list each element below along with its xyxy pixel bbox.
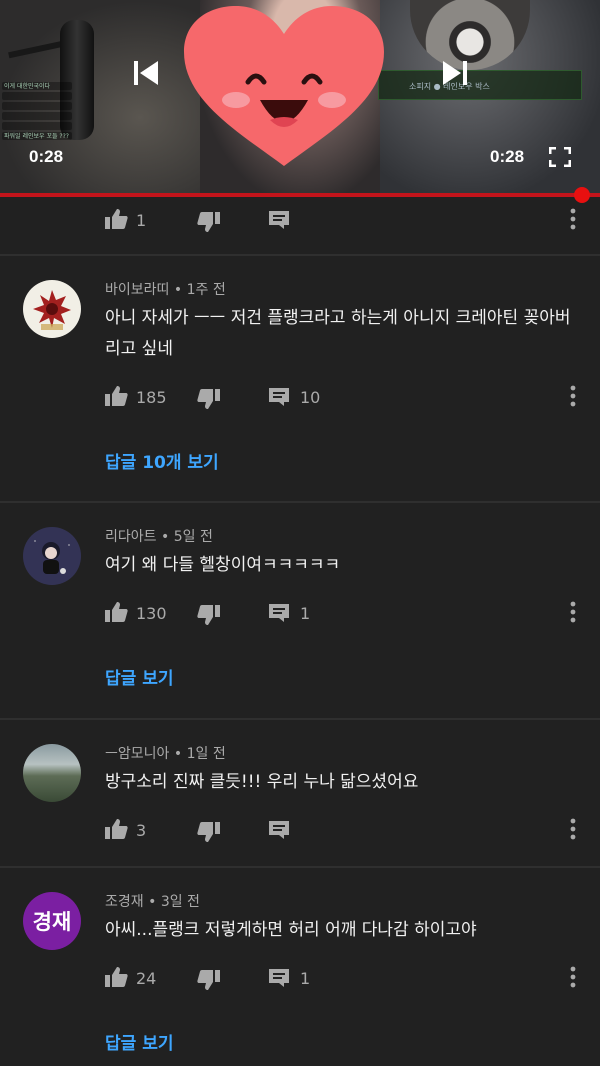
chat-line <box>2 112 72 120</box>
comment-author[interactable]: 조경재 <box>105 894 144 910</box>
comment-actions: 185 10 <box>0 383 600 413</box>
meta-separator: • <box>156 529 174 545</box>
comment-meta: 조경재 • 3일 전 <box>105 891 200 911</box>
avatar[interactable]: 경재 <box>23 892 81 950</box>
video-actions-row: 1 <box>0 206 600 236</box>
more-vert-icon[interactable] <box>566 207 580 231</box>
more-vert-icon[interactable] <box>566 384 580 408</box>
comment-text: 아씨...플랭크 저렇게하면 허리 어깨 다나감 하이고야 <box>105 920 477 940</box>
comment-author[interactable]: 리다아트 <box>105 529 157 545</box>
comment-text: 여기 왜 다들 헬창이여ㅋㅋㅋㅋㅋ <box>105 555 341 575</box>
more-vert-icon[interactable] <box>566 600 580 624</box>
progress-bar[interactable] <box>0 193 600 197</box>
comment-time: 1주 전 <box>186 282 226 298</box>
avatar[interactable] <box>23 744 81 802</box>
divider <box>0 718 600 720</box>
view-replies-link[interactable]: 답글 보기 <box>105 1029 173 1054</box>
more-vert-icon[interactable] <box>566 965 580 989</box>
avatar[interactable] <box>23 527 81 585</box>
comment-meta: 바이보라띠 • 1주 전 <box>105 279 226 299</box>
thumb-down-icon[interactable] <box>197 821 221 843</box>
chat-line: 이게 대한민국이다 <box>2 82 72 90</box>
skip-next-icon[interactable] <box>440 58 470 88</box>
like-count: 3 <box>136 821 147 840</box>
comment-meta: ㅡ암모니아 • 1일 전 <box>105 743 226 763</box>
divider <box>0 254 600 256</box>
thumb-up-icon[interactable] <box>104 818 128 840</box>
avatar-initials: 경재 <box>32 910 72 934</box>
meta-separator: • <box>169 746 187 762</box>
avatar-character-icon <box>34 540 70 574</box>
comment-time: 1일 전 <box>186 746 226 762</box>
duration-time: 0:28 <box>490 147 525 166</box>
comment-author[interactable]: ㅡ암모니아 <box>105 746 169 762</box>
avatar[interactable] <box>23 280 81 338</box>
comment-meta: 리다아트 • 5일 전 <box>105 526 213 546</box>
thumb-down-icon[interactable] <box>197 969 221 991</box>
comment-actions: 24 1 <box>0 964 600 994</box>
thumb-up-icon[interactable] <box>104 966 128 988</box>
comment-time: 3일 전 <box>160 894 200 910</box>
reply-count: 1 <box>300 969 311 988</box>
divider <box>0 866 600 868</box>
reply-icon[interactable] <box>268 968 290 988</box>
divider <box>0 501 600 503</box>
meta-separator: • <box>169 282 187 298</box>
like-count: 24 <box>136 969 157 988</box>
meta-separator: • <box>143 894 161 910</box>
thumb-up-icon[interactable] <box>104 208 128 230</box>
comment-actions: 130 1 <box>0 599 600 629</box>
comment-author[interactable]: 바이보라띠 <box>105 282 169 298</box>
reply-count: 1 <box>300 604 311 623</box>
heart-emoji-sticker <box>184 6 384 166</box>
reply-icon[interactable] <box>268 820 290 840</box>
chat-line <box>2 92 72 100</box>
like-count: 185 <box>136 388 167 407</box>
reply-icon[interactable] <box>268 603 290 623</box>
thumb-up-icon[interactable] <box>104 385 128 407</box>
more-vert-icon[interactable] <box>566 817 580 841</box>
reply-count: 10 <box>300 388 321 407</box>
view-replies-link[interactable]: 답글 보기 <box>105 664 173 689</box>
chat-line: 파워일 레인보우 꼬들 ??? <box>2 132 72 140</box>
thumb-down-icon[interactable] <box>197 604 221 626</box>
comment-time: 5일 전 <box>173 529 213 545</box>
reply-icon[interactable] <box>268 210 290 230</box>
thumb-down-icon[interactable] <box>197 211 221 233</box>
reply-icon[interactable] <box>268 387 290 407</box>
video-player[interactable]: 이게 대한민국이다 파워일 레인보우 꼬들 ??? 소피지 ● 레인보우 박스 … <box>0 0 600 196</box>
chat-line <box>2 122 72 130</box>
like-count: 130 <box>136 604 167 623</box>
thumb-down-icon[interactable] <box>197 388 221 410</box>
avatar-emblem-icon <box>33 290 71 330</box>
view-replies-link[interactable]: 답글 10개 보기 <box>105 448 219 473</box>
skip-previous-icon[interactable] <box>131 58 161 88</box>
chat-line <box>2 102 72 110</box>
current-time: 0:28 <box>29 147 64 166</box>
comment-text: 아니 자세가 ㅡㅡ 저건 플랭크라고 하는게 아니지 크레아틴 꽂아버리고 싶네 <box>105 308 571 359</box>
like-count: 1 <box>136 211 147 230</box>
comment-text: 방구소리 진짜 클듯!!! 우리 누나 닮으셨어요 <box>105 772 419 792</box>
comment-actions: 3 <box>0 816 600 846</box>
thumb-up-icon[interactable] <box>104 601 128 623</box>
fullscreen-icon[interactable] <box>549 147 571 167</box>
progress-scrubber[interactable] <box>574 187 590 203</box>
stream-banner: 소피지 ● 레인보우 박스 <box>378 70 582 100</box>
